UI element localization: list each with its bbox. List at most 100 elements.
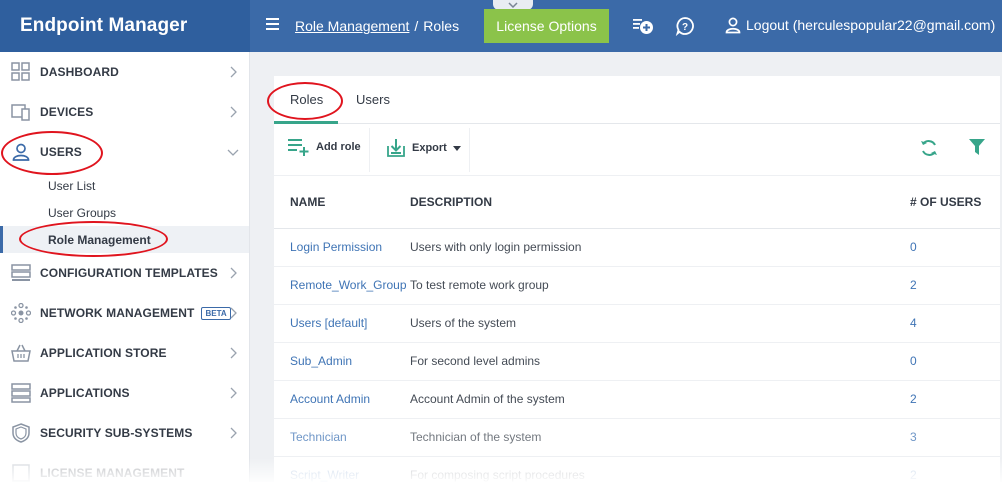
toolbar-divider [469,128,470,172]
role-description: Users of the system [410,304,894,343]
table-row: Script_Writer For composing script proce… [274,456,1000,482]
chevron-right-icon [230,106,237,118]
devices-icon [10,101,32,123]
chevron-right-icon [230,387,237,399]
breadcrumb-current: Roles [423,18,460,34]
chevron-down-icon [227,149,239,156]
caret-down-icon [452,145,461,151]
breadcrumb: Role Management / Roles [295,18,460,34]
sidebar-item-dashboard[interactable]: DASHBOARD [0,52,249,92]
add-role-label: Add role [316,141,361,153]
table-row: Account Admin Account Admin of the syste… [274,380,1000,419]
role-name-link[interactable]: Technician [274,418,410,457]
main-panel: Roles Users Add role Export NAME DESCRIP… [274,76,1000,482]
sidebar: DASHBOARD DEVICES USERS User List User G… [0,52,250,482]
table-header-row: NAME DESCRIPTION # OF USERS [274,176,1000,229]
table-row: Login Permission Users with only login p… [274,228,1000,267]
sidebar-subitem-user-groups[interactable]: User Groups [0,199,249,226]
chevron-right-icon [230,427,237,439]
export-icon [387,139,405,157]
help-icon[interactable]: ? [673,14,697,38]
table-row: Technician Technician of the system 3 [274,418,1000,457]
sidebar-item-application-store[interactable]: APPLICATION STORE [0,333,249,373]
sidebar-item-label: DEVICES [40,105,94,119]
role-description: Account Admin of the system [410,380,894,419]
filter-icon[interactable] [969,139,985,160]
tab-roles[interactable]: Roles [290,92,323,107]
role-user-count-link[interactable]: 2 [894,380,1000,419]
role-name-link[interactable]: Sub_Admin [274,342,410,381]
role-name-link[interactable]: Users [default] [274,304,410,343]
applications-icon [10,382,32,404]
top-bar: Endpoint Manager Role Management / Roles L… [0,0,1002,52]
sidebar-subitem-role-management[interactable]: Role Management [0,226,249,253]
column-header-description[interactable]: DESCRIPTION [410,176,894,229]
user-icon [725,17,741,34]
role-description: Users with only login permission [410,228,894,267]
role-name-link[interactable]: Script_Writer [274,456,410,482]
sidebar-item-label: USERS [40,145,82,159]
role-user-count-link[interactable]: 3 [894,418,1000,457]
sidebar-item-label: APPLICATIONS [40,386,130,400]
role-name-link[interactable]: Login Permission [274,228,410,267]
add-device-icon[interactable] [631,14,655,38]
export-label: Export [412,142,447,154]
license-options-button[interactable]: License Options [484,9,609,43]
svg-text:?: ? [682,22,688,33]
sidebar-item-network-management[interactable]: NETWORK MANAGEMENT BETA [0,293,249,333]
shield-icon [10,422,32,444]
license-icon [10,462,32,482]
column-header-name[interactable]: NAME [274,176,410,229]
role-user-count-link[interactable]: 4 [894,304,1000,343]
logout-link[interactable]: Logout (herculespopular22@gmail.com) [724,16,995,34]
role-description: For composing script procedures [410,456,894,482]
sidebar-item-label: CONFIGURATION TEMPLATES [40,266,218,280]
beta-badge: BETA [201,306,231,320]
chevron-down-icon [508,2,518,8]
tab-users[interactable]: Users [356,92,390,107]
role-name-link[interactable]: Remote_Work_Group [274,266,410,305]
add-role-button[interactable]: Add role [288,138,361,156]
role-user-count-link[interactable]: 2 [894,266,1000,305]
role-name-link[interactable]: Account Admin [274,380,410,419]
sidebar-item-applications[interactable]: APPLICATIONS [0,373,249,413]
table-row: Remote_Work_Group To test remote work gr… [274,266,1000,305]
sidebar-item-configuration-templates[interactable]: CONFIGURATION TEMPLATES [0,253,249,293]
add-list-icon [288,139,309,156]
sidebar-item-label: SECURITY SUB-SYSTEMS [40,426,193,440]
export-button[interactable]: Export [386,138,461,158]
sidebar-item-label: DASHBOARD [40,65,119,79]
logout-label: Logout (herculespopular22@gmail.com) [746,17,996,33]
sidebar-item-label: APPLICATION STORE [40,346,167,360]
sidebar-item-label: NETWORK MANAGEMENT [40,306,195,320]
dashboard-icon [10,61,32,83]
role-description: For second level admins [410,342,894,381]
templates-icon [10,262,32,284]
sidebar-item-users[interactable]: USERS [0,132,249,172]
role-user-count-link[interactable]: 2 [894,456,1000,482]
chevron-right-icon [230,66,237,78]
toolbar-divider [369,128,370,172]
sidebar-item-security-sub-systems[interactable]: SECURITY SUB-SYSTEMS [0,413,249,453]
sidebar-subitem-user-list[interactable]: User List [0,172,249,199]
column-header-users[interactable]: # OF USERS [894,176,1000,229]
app-title: Endpoint Manager [0,0,250,52]
role-user-count-link[interactable]: 0 [894,342,1000,381]
role-user-count-link[interactable]: 0 [894,228,1000,267]
user-icon [10,141,32,163]
chevron-right-icon [230,347,237,359]
roles-table: NAME DESCRIPTION # OF USERS Login Permis… [274,176,1000,482]
menu-toggle-icon[interactable] [266,18,279,34]
role-description: To test remote work group [410,266,894,305]
chevron-right-icon [230,307,237,319]
sidebar-item-label: LICENSE MANAGEMENT [40,466,185,480]
sidebar-item-license-management[interactable]: LICENSE MANAGEMENT [0,453,249,482]
breadcrumb-role-management[interactable]: Role Management [295,18,409,34]
basket-icon [10,342,32,364]
refresh-icon[interactable] [920,139,938,162]
tab-bar: Roles Users [274,76,1000,124]
role-description: Technician of the system [410,418,894,457]
table-row: Sub_Admin For second level admins 0 [274,342,1000,381]
sidebar-item-devices[interactable]: DEVICES [0,92,249,132]
chevron-right-icon [230,267,237,279]
